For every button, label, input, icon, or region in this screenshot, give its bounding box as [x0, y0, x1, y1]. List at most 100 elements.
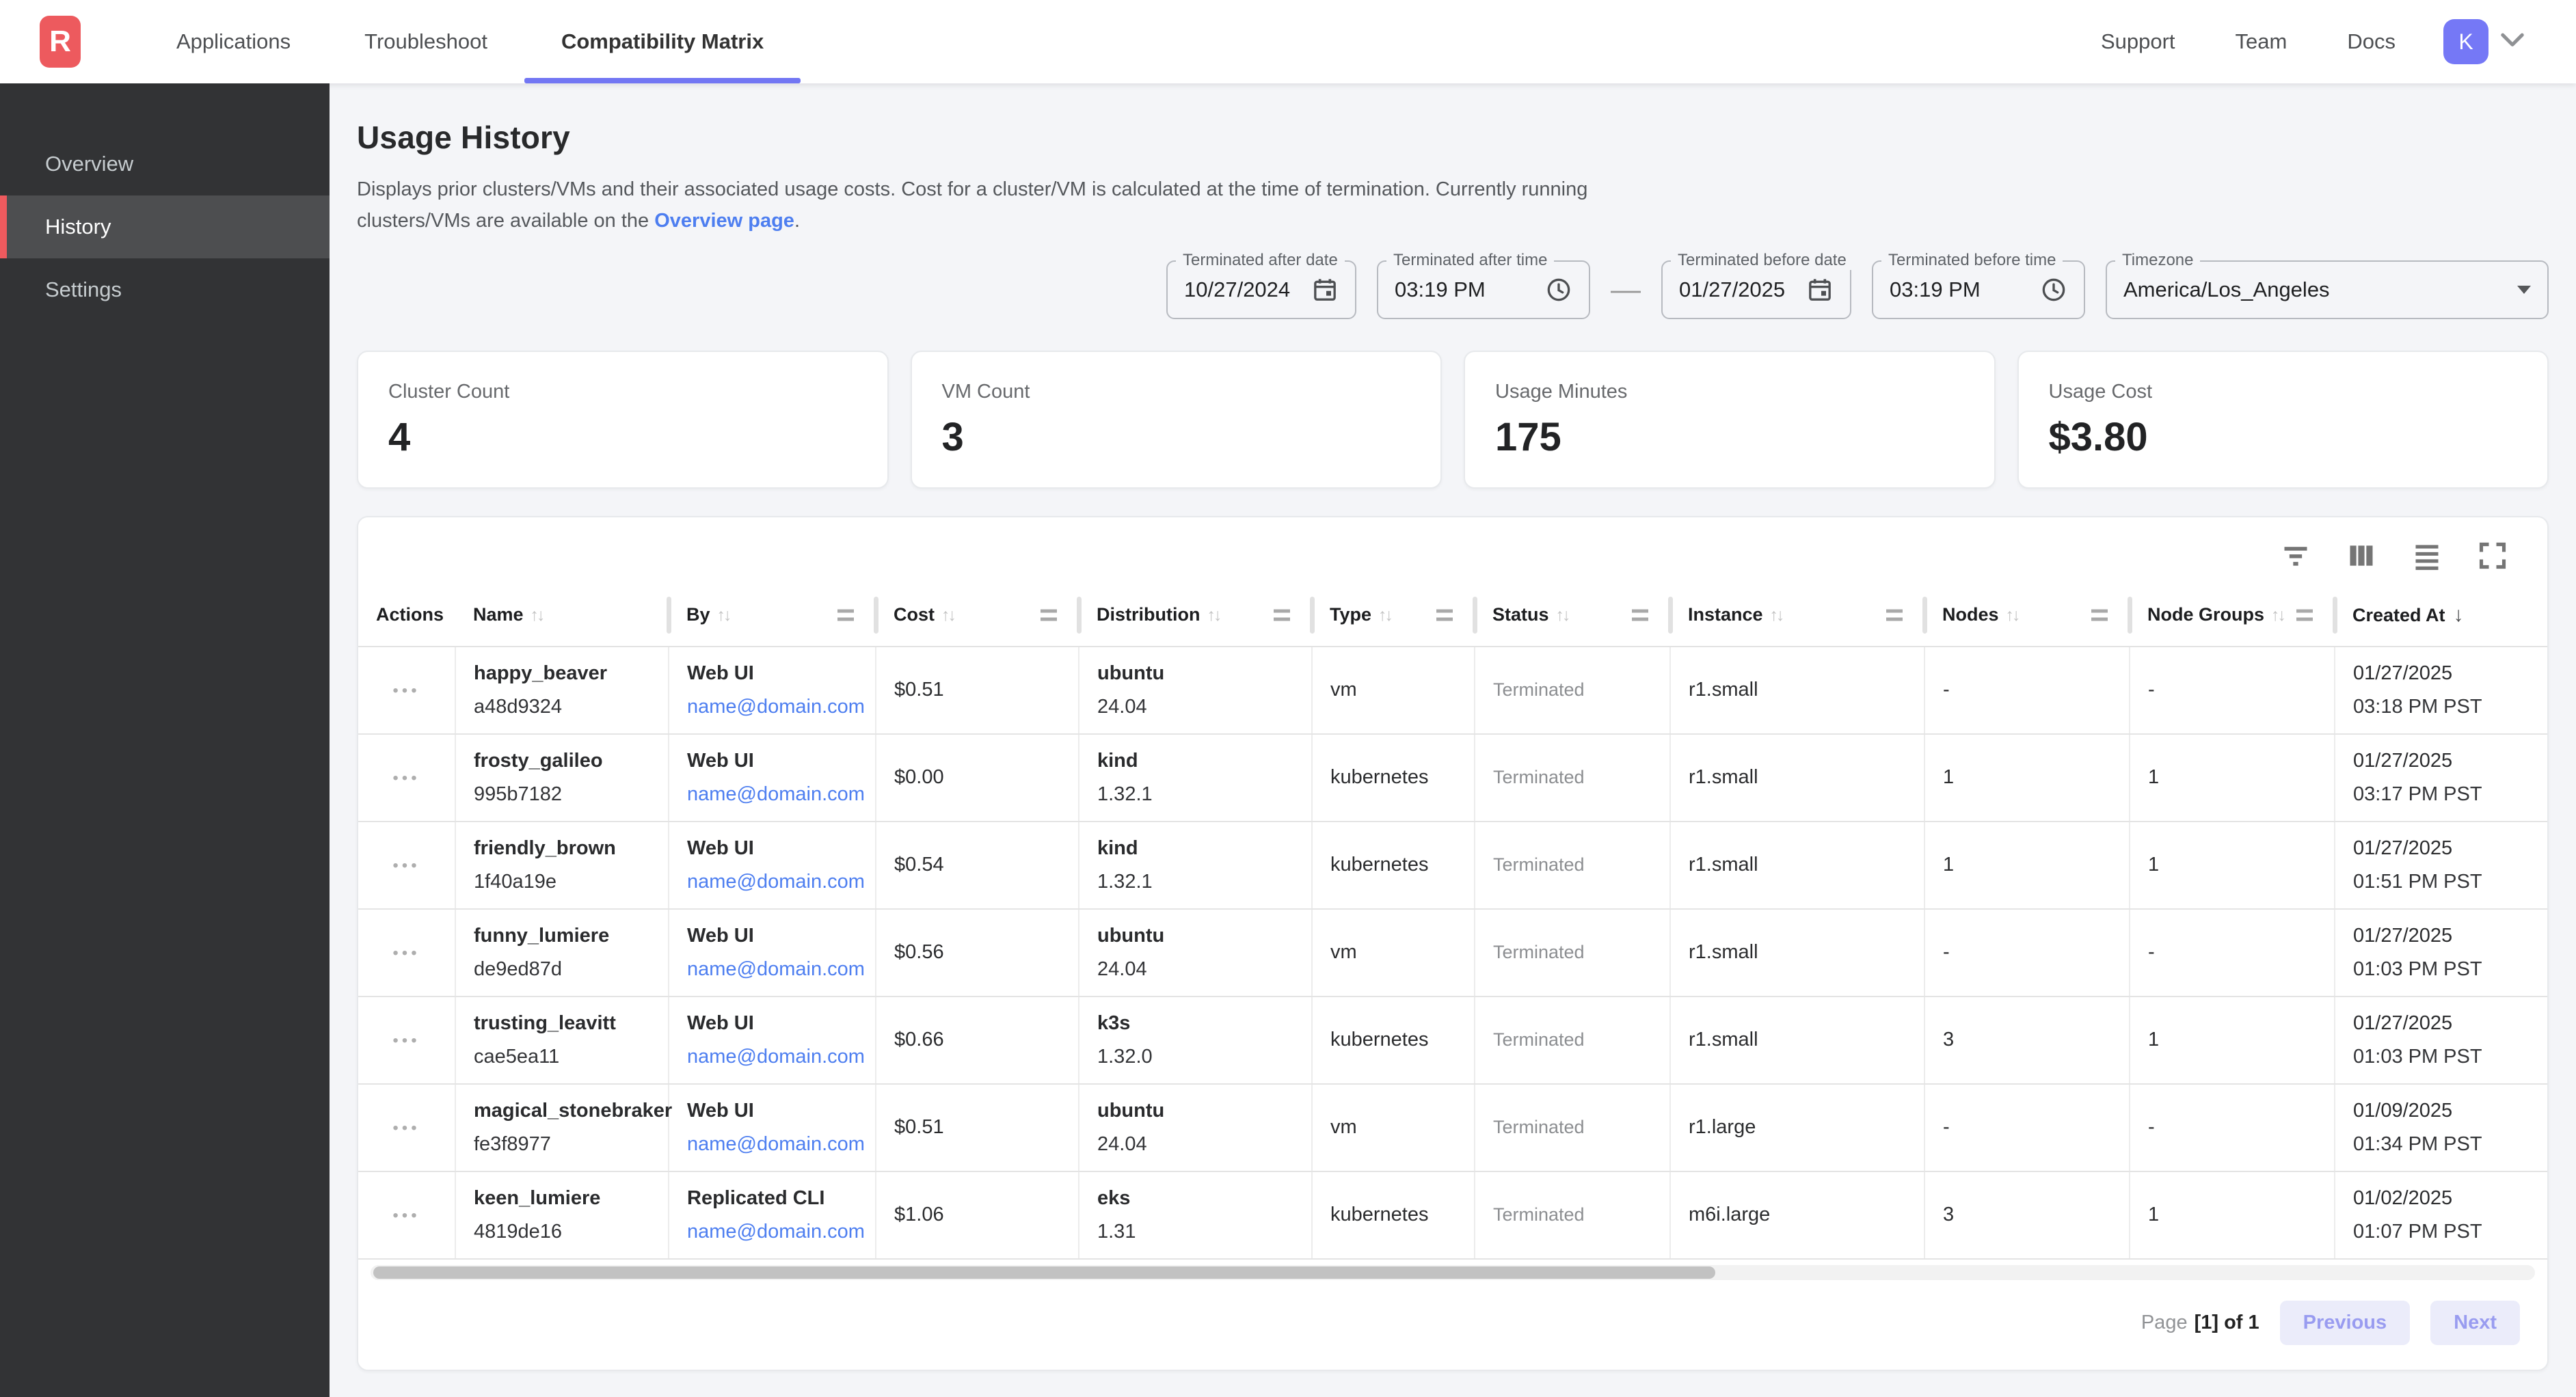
node-groups-cell: 1: [2130, 1171, 2335, 1259]
columns-icon[interactable]: [2346, 541, 2376, 571]
summary-cards: Cluster Count 4 VM Count 3 Usage Minutes…: [357, 351, 2549, 489]
cost-cell: $0.00: [876, 734, 1079, 822]
column-header-distribution[interactable]: Distribution↑↓: [1079, 584, 1312, 647]
row-actions-button[interactable]: •••: [392, 1206, 420, 1225]
sidebar-item-settings[interactable]: Settings: [0, 258, 330, 321]
created-by-email-link[interactable]: name@domain.com: [687, 1221, 865, 1243]
column-menu-icon[interactable]: [1274, 609, 1290, 621]
terminated-after-date-input[interactable]: Terminated after date 10/27/2024: [1166, 260, 1356, 319]
column-menu-icon[interactable]: [1886, 609, 1903, 621]
terminated-before-date-input[interactable]: Terminated before date 01/27/2025: [1661, 260, 1851, 319]
nav-tab-troubleshoot[interactable]: Troubleshoot: [327, 0, 524, 83]
instance-cell: r1.small: [1670, 909, 1924, 996]
nav-link-team[interactable]: Team: [2205, 29, 2318, 54]
column-menu-icon[interactable]: [837, 609, 854, 621]
row-actions-button[interactable]: •••: [392, 769, 420, 787]
user-avatar[interactable]: K: [2443, 19, 2488, 64]
column-label: Status: [1492, 604, 1549, 625]
row-actions-button[interactable]: •••: [392, 681, 420, 700]
created-by-email-link[interactable]: name@domain.com: [687, 1133, 865, 1155]
nodes-cell: 1: [1924, 822, 2130, 909]
column-label: Distribution: [1097, 604, 1200, 625]
column-header-created-at[interactable]: Created At↓: [2335, 584, 2547, 647]
nav-link-support[interactable]: Support: [2071, 29, 2205, 54]
created-time: 01:03 PM PST: [2353, 1046, 2530, 1068]
column-menu-icon[interactable]: [1632, 609, 1648, 621]
terminated-before-time-input[interactable]: Terminated before time 03:19 PM: [1872, 260, 2085, 319]
column-header-nodes[interactable]: Nodes↑↓: [1924, 584, 2130, 647]
usage-cost-value: $3.80: [2049, 414, 2518, 460]
nodes-cell: 1: [1924, 734, 2130, 822]
table-toolbar: [358, 530, 2547, 575]
column-header-instance[interactable]: Instance↑↓: [1670, 584, 1924, 647]
created-time: 01:34 PM PST: [2353, 1133, 2530, 1156]
clock-icon[interactable]: [1545, 276, 1572, 303]
primary-tabs: Applications Troubleshoot Compatibility …: [139, 0, 801, 83]
node-groups-cell: -: [2130, 909, 2335, 996]
page-description: Displays prior clusters/VMs and their as…: [357, 174, 1652, 237]
filter-icon[interactable]: [2281, 541, 2311, 571]
overview-page-link[interactable]: Overview page: [654, 210, 794, 232]
row-actions-button[interactable]: •••: [392, 1031, 420, 1050]
status-badge: Terminated: [1475, 1171, 1670, 1259]
nodes-cell: -: [1924, 647, 2130, 734]
column-header-cost[interactable]: Cost↑↓: [876, 584, 1079, 647]
horizontal-scrollbar-thumb[interactable]: [373, 1266, 1715, 1279]
created-by-email-link[interactable]: name@domain.com: [687, 783, 865, 805]
page-title: Usage History: [357, 119, 2549, 156]
nav-link-docs[interactable]: Docs: [2317, 29, 2426, 54]
instance-cell: m6i.large: [1670, 1171, 1924, 1259]
replicated-logo[interactable]: R: [40, 16, 81, 68]
column-header-name[interactable]: Name↑↓: [455, 584, 669, 647]
column-menu-icon[interactable]: [2091, 609, 2108, 621]
type-cell: vm: [1312, 909, 1475, 996]
column-menu-icon[interactable]: [2296, 609, 2313, 621]
timezone-select[interactable]: Timezone America/Los_Angeles: [2106, 260, 2549, 319]
calendar-icon[interactable]: [1311, 276, 1339, 303]
instance-cell: r1.small: [1670, 734, 1924, 822]
usage-table-card: Actions Name↑↓ By↑↓ Cost↑↓ Distribution↑…: [357, 516, 2549, 1371]
column-menu-icon[interactable]: [1041, 609, 1057, 621]
distribution-name: ubuntu: [1097, 925, 1293, 947]
clock-icon[interactable]: [2040, 276, 2067, 303]
sidebar-item-history[interactable]: History: [0, 195, 330, 258]
terminated-before-date-label: Terminated before date: [1671, 251, 1853, 270]
cost-cell: $0.51: [876, 647, 1079, 734]
status-badge: Terminated: [1475, 647, 1670, 734]
nav-tab-applications[interactable]: Applications: [139, 0, 327, 83]
timezone-value: America/Los_Angeles: [2123, 277, 2330, 302]
created-by-email-link[interactable]: name@domain.com: [687, 696, 865, 718]
row-actions-button[interactable]: •••: [392, 1119, 420, 1137]
column-menu-icon[interactable]: [1436, 609, 1453, 621]
cluster-id: fe3f8977: [474, 1133, 650, 1156]
cluster-id: a48d9324: [474, 696, 650, 718]
column-header-node-groups[interactable]: Node Groups↑↓: [2130, 584, 2335, 647]
created-by-email-link[interactable]: name@domain.com: [687, 958, 865, 980]
row-actions-button[interactable]: •••: [392, 856, 420, 875]
row-actions-button[interactable]: •••: [392, 944, 420, 962]
density-icon[interactable]: [2412, 541, 2442, 571]
column-header-by[interactable]: By↑↓: [669, 584, 876, 647]
distribution-version: 24.04: [1097, 958, 1293, 981]
sidebar-item-overview[interactable]: Overview: [0, 133, 330, 195]
vm-count-value: 3: [942, 414, 1411, 460]
description-text: Displays prior clusters/VMs and their as…: [357, 178, 1587, 232]
fullscreen-icon[interactable]: [2478, 541, 2508, 571]
distribution-version: 1.32.0: [1097, 1046, 1293, 1068]
previous-page-button[interactable]: Previous: [2280, 1301, 2411, 1345]
column-header-type[interactable]: Type↑↓: [1312, 584, 1475, 647]
terminated-after-time-input[interactable]: Terminated after time 03:19 PM: [1377, 260, 1590, 319]
distribution-name: ubuntu: [1097, 1100, 1293, 1122]
column-header-status[interactable]: Status↑↓: [1475, 584, 1670, 647]
instance-cell: r1.small: [1670, 996, 1924, 1084]
calendar-icon[interactable]: [1806, 276, 1834, 303]
horizontal-scrollbar-track[interactable]: [371, 1265, 2535, 1280]
date-range-separator: —: [1611, 273, 1641, 307]
created-by-email-link[interactable]: name@domain.com: [687, 871, 865, 893]
created-by-email-link[interactable]: name@domain.com: [687, 1046, 865, 1068]
next-page-button[interactable]: Next: [2430, 1301, 2520, 1345]
nav-tab-compatibility-matrix[interactable]: Compatibility Matrix: [524, 0, 801, 83]
account-menu-button[interactable]: [2501, 33, 2524, 51]
terminated-before-time-label: Terminated before time: [1881, 251, 2063, 270]
table-row: ••• magical_stonebrakerfe3f8977 Web UIna…: [358, 1084, 2547, 1171]
